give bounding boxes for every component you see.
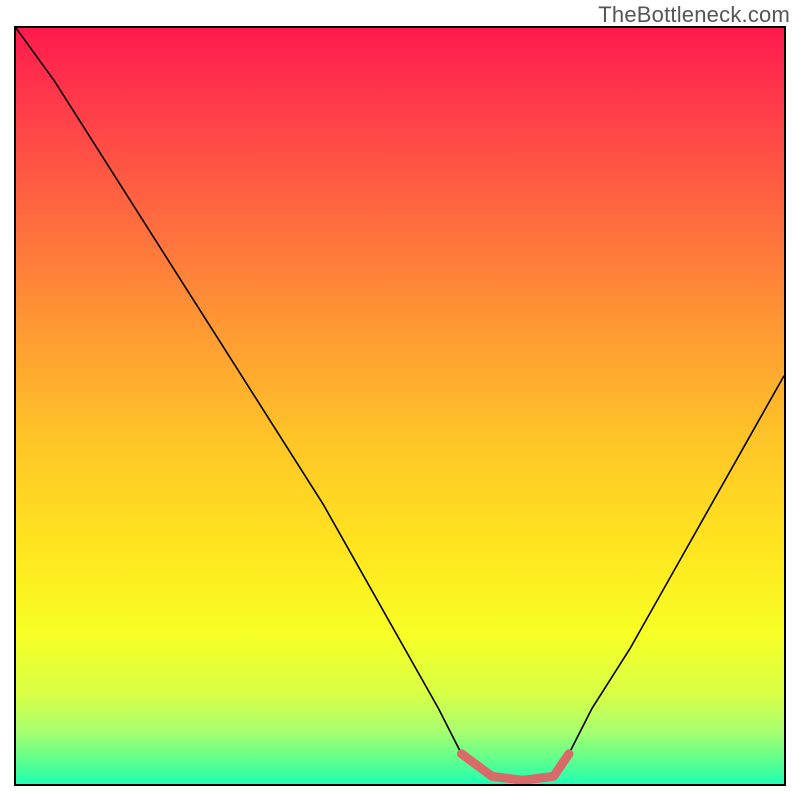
bottleneck-curve-path <box>16 28 784 780</box>
plot-area <box>14 26 786 786</box>
optimal-range-path <box>461 754 568 780</box>
chart-frame: TheBottleneck.com <box>0 0 800 800</box>
watermark-label: TheBottleneck.com <box>598 2 790 28</box>
chart-svg <box>16 28 784 784</box>
